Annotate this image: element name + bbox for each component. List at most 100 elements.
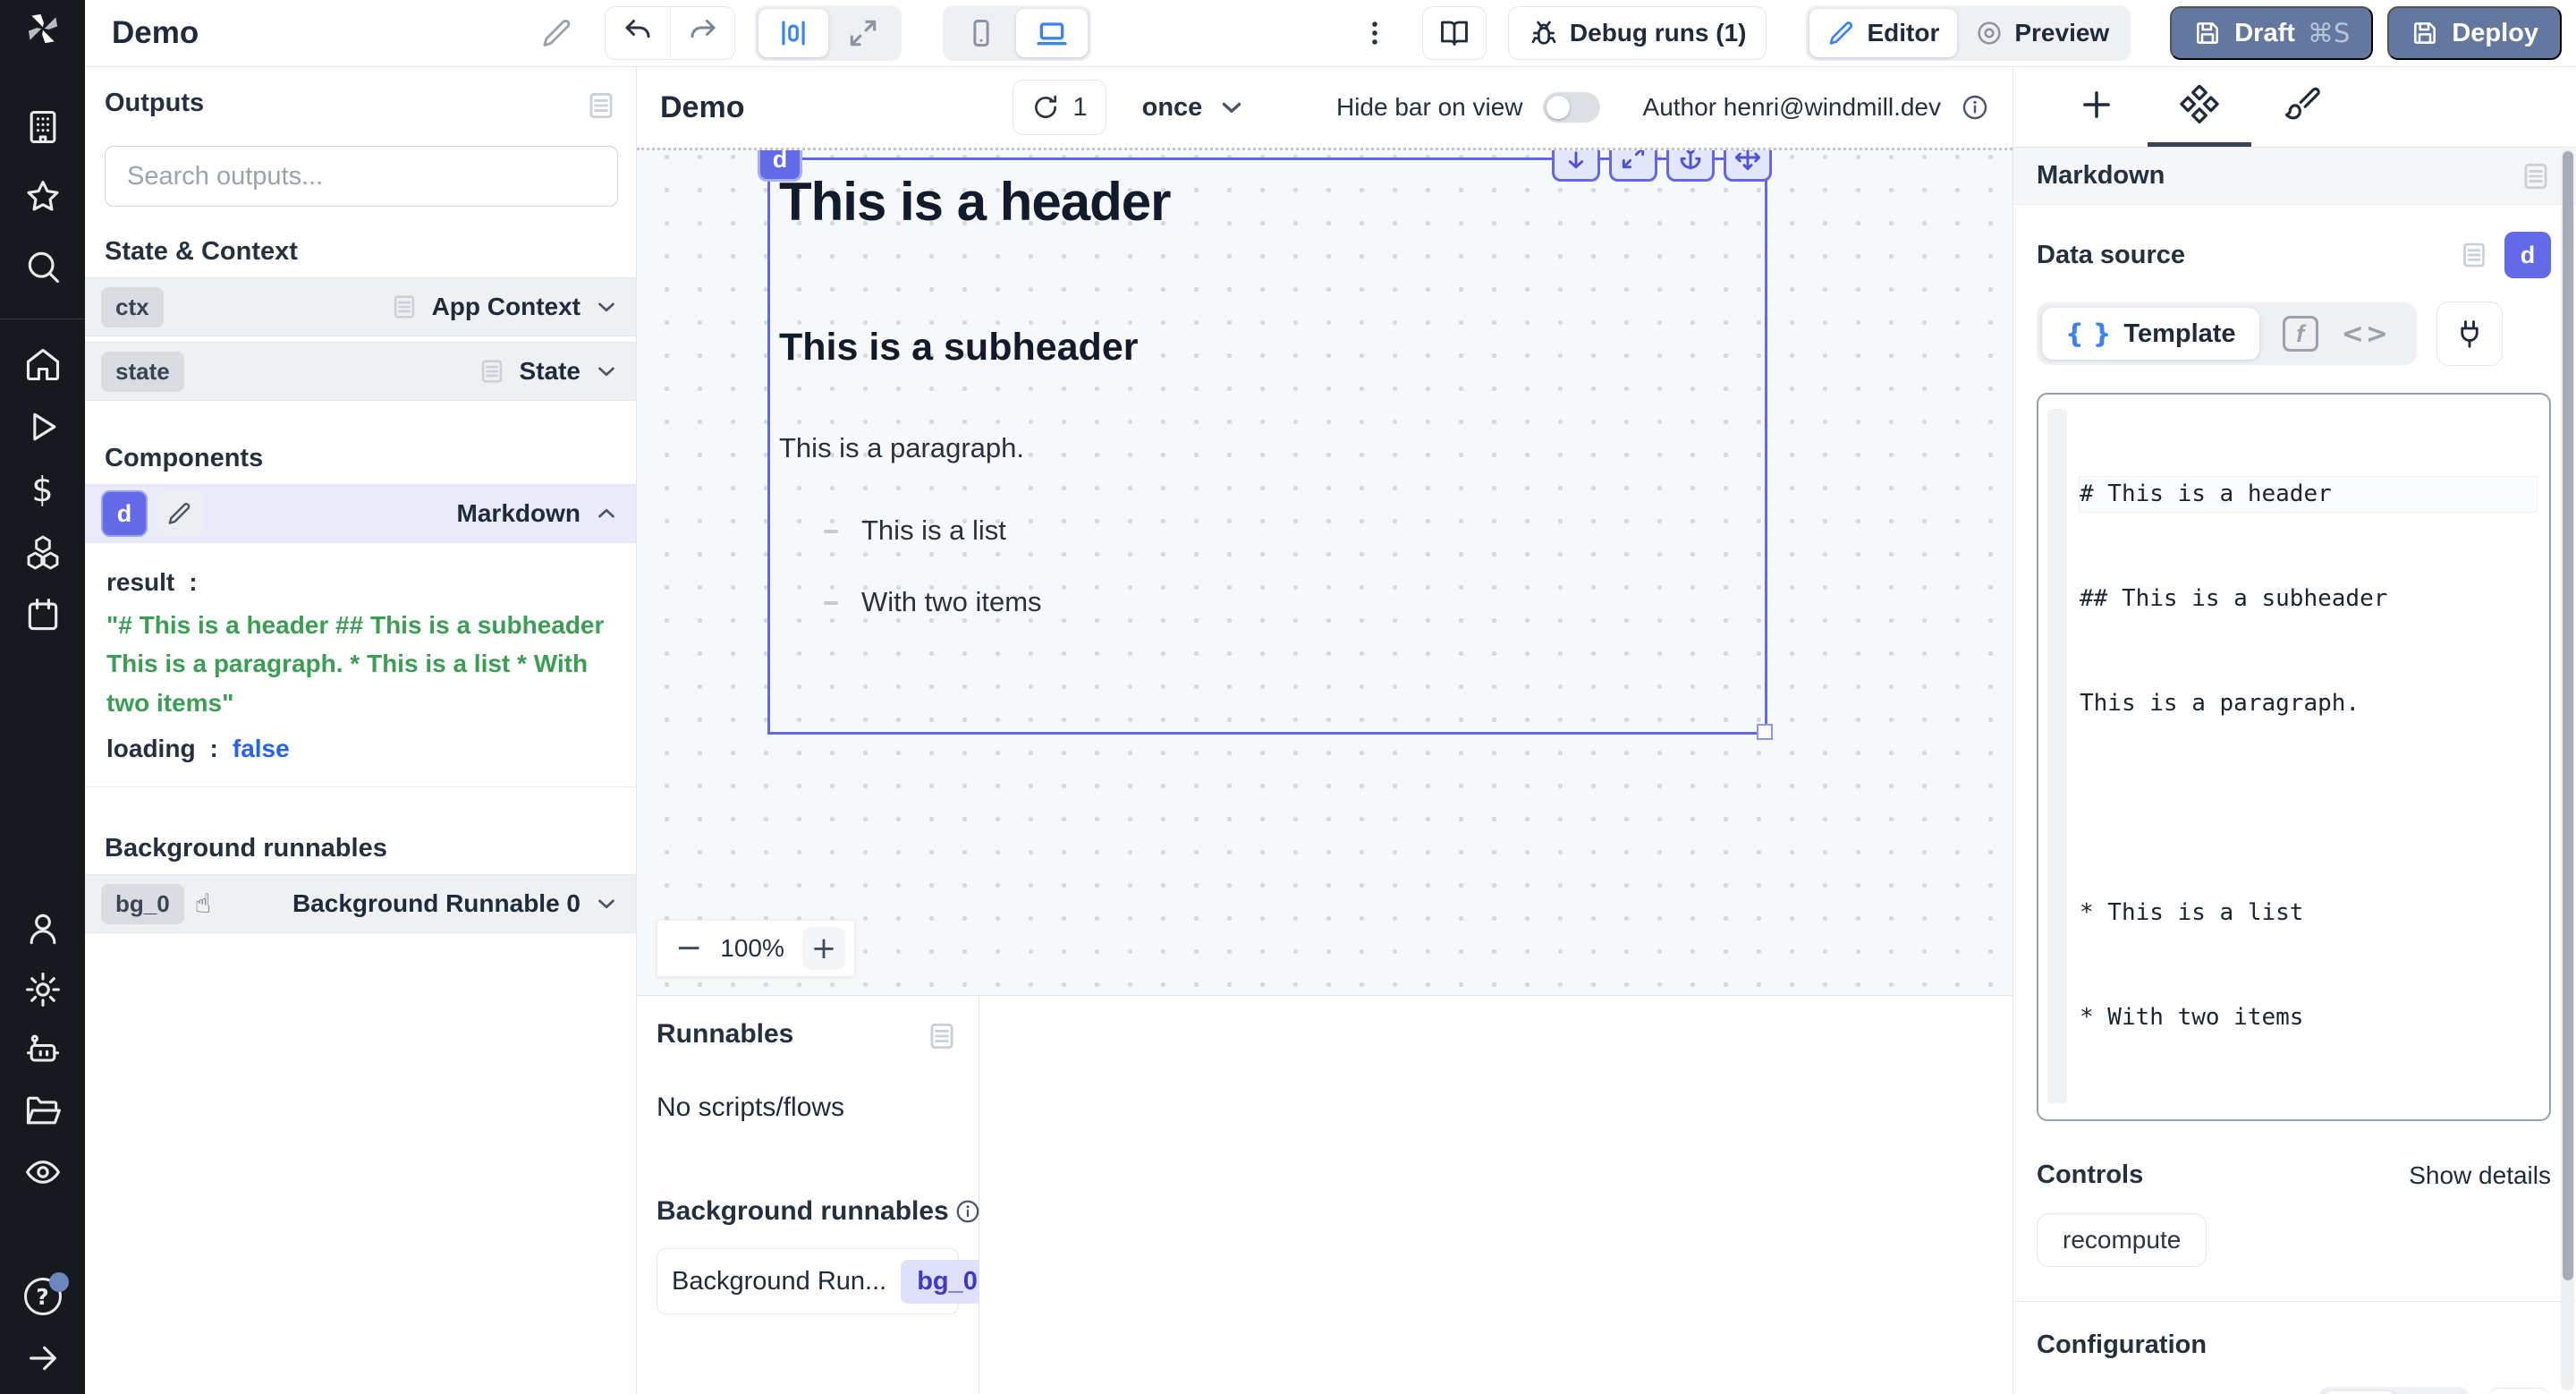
docs-book-button[interactable]: [1422, 6, 1487, 60]
panel-doc-icon[interactable]: [2519, 159, 2553, 193]
refresh-count-button[interactable]: 1: [1013, 80, 1106, 135]
rename-pencil-icon[interactable]: [540, 16, 574, 50]
size-plug-button[interactable]: [2487, 1388, 2551, 1394]
data-source-component-badge[interactable]: d: [2504, 232, 2551, 278]
code-line[interactable]: This is a paragraph.: [2080, 686, 2537, 721]
search-outputs-input[interactable]: [127, 162, 596, 191]
outputs-panel: Outputs State & Context ctx: [85, 67, 637, 1394]
move-handle[interactable]: [1724, 148, 1772, 182]
draft-button[interactable]: Draft ⌘S: [2170, 6, 2373, 60]
debug-runs-button[interactable]: Debug runs (1): [1508, 6, 1767, 60]
code-line[interactable]: # This is a header: [2080, 477, 2537, 512]
search-icon[interactable]: [23, 247, 63, 286]
anchor-handle[interactable]: [1666, 148, 1715, 182]
bg-key-chip: bg_0: [101, 884, 184, 924]
state-doc-icon: [477, 356, 507, 387]
background-runnable-card[interactable]: Background Run... bg_0: [657, 1248, 959, 1314]
info-icon[interactable]: [1961, 93, 1989, 122]
preview-tab[interactable]: Preview: [1957, 9, 2127, 57]
resources-cubes-icon[interactable]: [23, 532, 63, 572]
desktop-view-button[interactable]: [1016, 9, 1088, 57]
show-details-link[interactable]: Show details: [2409, 1161, 2551, 1190]
loading-value[interactable]: false: [233, 735, 290, 763]
fullscreen-handle[interactable]: [1609, 148, 1657, 182]
zoom-out-button[interactable]: −: [675, 932, 702, 965]
chevron-down-icon: [1216, 92, 1247, 123]
folders-icon[interactable]: [23, 1092, 63, 1131]
workspace-building-icon[interactable]: [23, 107, 63, 147]
redo-button[interactable]: [670, 7, 734, 59]
runs-play-icon[interactable]: [23, 407, 63, 446]
workers-robot-icon[interactable]: [23, 1031, 63, 1070]
code-mode-icon[interactable]: <>: [2342, 319, 2390, 350]
bg-runnable-row[interactable]: bg_0 ☝ Background Runnable 0: [85, 874, 636, 933]
app-canvas-grid[interactable]: d: [637, 148, 2012, 995]
canvas-column: Demo 1 once Hide bar on vie: [637, 67, 2012, 1394]
schedules-calendar-icon[interactable]: [23, 595, 63, 634]
result-value[interactable]: "# This is a header ## This is a subhead…: [106, 606, 616, 722]
styling-brush-tab[interactable]: [2251, 67, 2353, 147]
code-line[interactable]: * This is a list: [2080, 896, 2537, 931]
connect-plug-button[interactable]: [2436, 302, 2503, 366]
more-options-kebab-icon[interactable]: [1347, 18, 1402, 48]
code-line[interactable]: [2080, 791, 2537, 826]
topbar-right-cluster: Debug runs (1) Editor: [1347, 5, 2562, 61]
scrollbar-thumb[interactable]: [2563, 151, 2573, 1280]
billing-dollar-icon[interactable]: $: [23, 470, 63, 509]
chevron-down-icon[interactable]: [593, 293, 620, 320]
markdown-list-item: With two items: [861, 586, 1765, 618]
component-result-block: result : "# This is a header ## This is …: [85, 548, 636, 787]
mobile-view-button[interactable]: [946, 9, 1016, 57]
preview-disc-icon: [1975, 19, 2004, 47]
help-button[interactable]: ?: [24, 1278, 62, 1315]
expand-sidebar-arrow-icon[interactable]: [23, 1339, 63, 1378]
favorites-star-icon[interactable]: [23, 177, 63, 217]
template-mode-button[interactable]: { } Template: [2042, 308, 2259, 360]
state-row[interactable]: state State: [85, 342, 636, 401]
data-source-doc-icon: [2458, 239, 2490, 271]
panel-doc-icon[interactable]: [925, 1019, 959, 1053]
markdown-component-row[interactable]: d Markdown: [85, 484, 636, 543]
audit-eye-icon[interactable]: [23, 1152, 63, 1192]
editor-tab[interactable]: Editor: [1809, 9, 1957, 57]
bottom-panel: Runnables No scripts/flows Background ru…: [637, 995, 2012, 1394]
markdown-list: This is a list With two items: [779, 514, 1765, 618]
recompute-button[interactable]: recompute: [2037, 1213, 2207, 1267]
full-width-layout-button[interactable]: [828, 9, 898, 57]
canvas-header: Demo 1 once Hide bar on vie: [637, 67, 2012, 148]
info-icon[interactable]: [954, 1198, 981, 1225]
hide-bar-toggle[interactable]: [1543, 92, 1600, 123]
component-type-header: Markdown: [2013, 148, 2576, 205]
state-context-heading: State & Context: [105, 237, 298, 266]
ctx-row[interactable]: ctx App Context: [85, 277, 636, 336]
undo-button[interactable]: [606, 7, 670, 59]
component-canvas-badge[interactable]: d: [758, 148, 802, 182]
state-label: State: [520, 357, 580, 386]
panel-doc-icon[interactable]: [584, 89, 618, 123]
markdown-source-editor[interactable]: # This is a header ## This is a subheade…: [2037, 393, 2551, 1121]
resize-handle[interactable]: [1757, 724, 1773, 740]
chevron-down-icon[interactable]: [593, 890, 620, 917]
settings-gear-icon[interactable]: [23, 970, 63, 1009]
edit-id-pencil-icon[interactable]: [157, 490, 203, 537]
insert-component-tab[interactable]: [2046, 67, 2148, 147]
component-type-label: Markdown: [457, 499, 580, 528]
deploy-button[interactable]: Deploy: [2387, 6, 2562, 60]
code-line[interactable]: * With two items: [2080, 1000, 2537, 1035]
users-person-icon[interactable]: [23, 909, 63, 948]
markdown-component[interactable]: d: [767, 157, 1767, 735]
no-scripts-label: No scripts/flows: [657, 1092, 959, 1123]
centered-layout-button[interactable]: [758, 9, 828, 57]
chevron-up-icon[interactable]: [593, 500, 620, 527]
device-toggle-group: [943, 5, 1091, 61]
zoom-in-button[interactable]: +: [802, 927, 845, 970]
home-icon[interactable]: [23, 344, 63, 384]
preview-label: Preview: [2014, 19, 2109, 47]
code-line[interactable]: ## This is a subheader: [2080, 582, 2537, 616]
expand-down-handle[interactable]: [1552, 148, 1600, 182]
windmill-logo[interactable]: [23, 9, 63, 48]
run-mode-dropdown[interactable]: once: [1142, 92, 1248, 123]
component-settings-tab[interactable]: [2148, 67, 2251, 147]
chevron-down-icon[interactable]: [593, 358, 620, 385]
function-mode-icon[interactable]: f: [2283, 316, 2318, 352]
